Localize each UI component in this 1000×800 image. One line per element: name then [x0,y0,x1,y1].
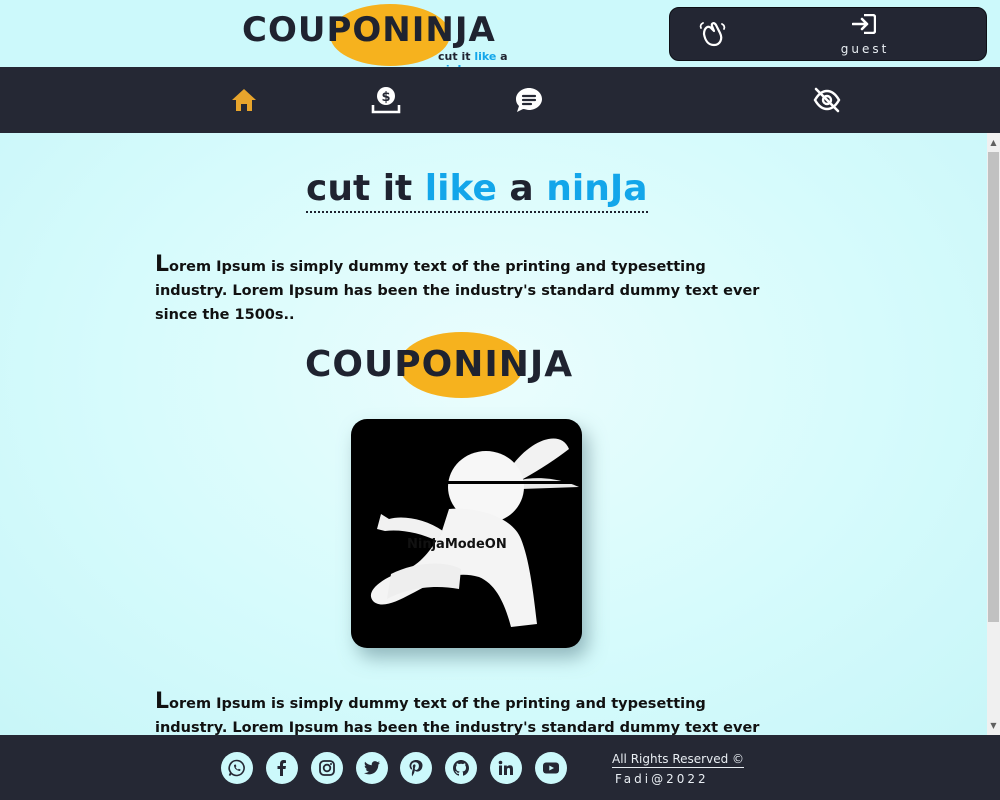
whatsapp-icon[interactable] [221,752,253,784]
image-caption: NinjaModeON [407,537,507,552]
user-panel: guest [669,7,987,61]
login-icon[interactable] [852,14,876,34]
ninja-silhouette [370,438,581,627]
pinterest-icon[interactable] [400,752,432,784]
home-icon[interactable] [229,85,259,115]
site-footer: All Rights Reserved © Fadi@2022 [0,735,1000,800]
twitter-icon[interactable] [356,752,388,784]
content-logo: COUPONINJA [305,330,630,400]
logo-text: COUPONINJA [305,344,574,385]
eye-off-icon[interactable] [812,85,842,115]
svg-text:$: $ [381,90,390,105]
copyright-text: Fadi@2022 [615,772,709,786]
intro-paragraph: Lorem Ipsum is simply dummy text of the … [155,252,760,324]
username-label: guest [840,42,890,56]
youtube-icon[interactable] [535,752,567,784]
logo-text: COUPONINJA [242,10,496,50]
instagram-icon[interactable] [311,752,343,784]
rights-text: All Rights Reserved © [612,752,745,768]
header-logo[interactable]: COUPONINJA cut it like a ninJa [238,2,538,76]
main-nav: $ [0,67,1000,133]
money-icon[interactable]: $ [371,85,401,115]
top-header: COUPONINJA cut it like a ninJa guest [0,0,1000,76]
scroll-up-arrow-icon[interactable]: ▲ [987,136,1000,150]
hero-title: cut it like a ninJa [306,168,648,213]
scrollbar-thumb[interactable] [988,152,999,622]
facebook-icon[interactable] [266,752,298,784]
scroll-down-arrow-icon[interactable]: ▼ [987,719,1000,733]
github-icon[interactable] [445,752,477,784]
linkedin-icon[interactable] [490,752,522,784]
chat-icon[interactable] [514,85,544,115]
ninja-image: NinjaModeON [351,419,582,648]
waving-hand-icon[interactable] [698,20,728,48]
